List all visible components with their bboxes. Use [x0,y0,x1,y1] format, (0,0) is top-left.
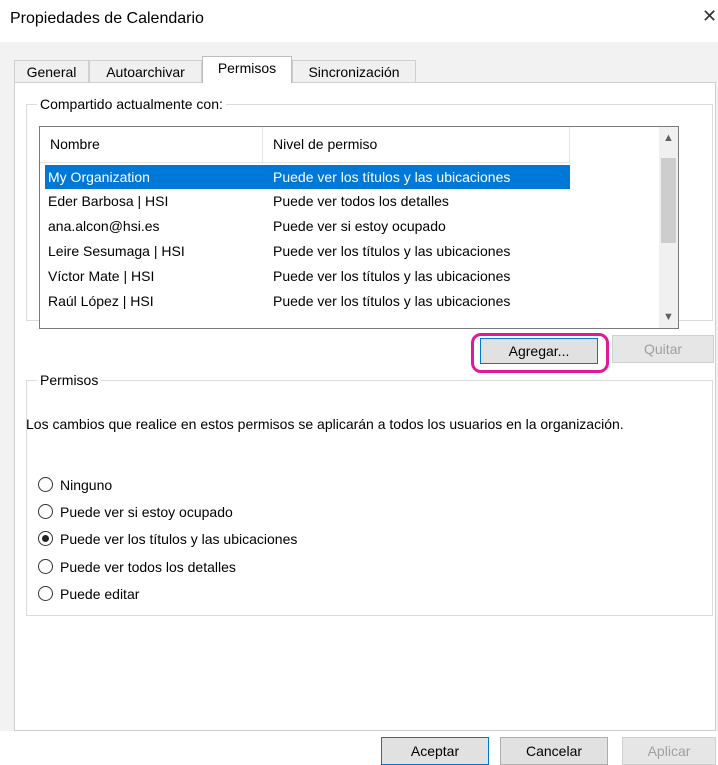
tab-permisos[interactable]: Permisos [202,56,292,83]
cancel-button[interactable]: Cancelar [500,737,608,765]
list-row[interactable]: ana.alcon@hsi.es Puede ver si estoy ocup… [45,214,570,238]
radio-button[interactable] [38,504,53,519]
row-name: Víctor Mate | HSI [48,268,155,284]
row-name: Leire Sesumaga | HSI [48,243,185,259]
radio-label: Puede ver todos los detalles [60,559,236,575]
list-row[interactable]: Raúl López | HSI Puede ver los títulos y… [45,289,570,313]
radio-button[interactable] [38,559,53,574]
row-level: Puede ver los títulos y las ubicaciones [273,243,511,259]
row-level: Puede ver los títulos y las ubicaciones [273,293,511,309]
tab-sincronizacion[interactable]: Sincronización [292,60,416,82]
list-row[interactable]: My Organization Puede ver los títulos y … [45,165,570,189]
row-name: Eder Barbosa | HSI [48,193,169,209]
radio-label: Puede editar [60,586,140,602]
list-row[interactable]: Víctor Mate | HSI Puede ver los títulos … [45,264,570,288]
tab-autoarchivar[interactable]: Autoarchivar [89,60,202,82]
list-row[interactable]: Leire Sesumaga | HSI Puede ver los títul… [45,239,570,263]
shared-list[interactable]: Nombre Nivel de permiso My Organization … [39,126,679,329]
list-row[interactable]: Eder Barbosa | HSI Puede ver todos los d… [45,189,570,213]
apply-button[interactable]: Aplicar [622,737,716,765]
scroll-thumb[interactable] [661,158,676,243]
radio-button[interactable] [38,477,53,492]
title-bar: Propiedades de Calendario ✕ [0,0,718,42]
window-title: Propiedades de Calendario [10,10,204,27]
permissions-group-label: Permisos [37,371,102,389]
radio-button-checked[interactable] [38,531,53,546]
row-name: Raúl López | HSI [48,293,154,309]
close-icon[interactable]: ✕ [702,6,718,27]
ok-button[interactable]: Aceptar [381,737,489,765]
radio-label: Puede ver si estoy ocupado [60,504,233,520]
radio-label: Ninguno [60,477,113,493]
shared-group-label: Compartido actualmente con: [37,95,226,113]
row-level: Puede ver los títulos y las ubicaciones [273,169,511,185]
row-level: Puede ver todos los detalles [273,193,449,209]
radio-label: Puede ver los títulos y las ubicaciones [60,531,298,547]
chevron-down-icon[interactable]: ▼ [659,308,678,326]
permissions-description: Los cambios que realice en estos permiso… [26,416,624,432]
row-name: ana.alcon@hsi.es [48,218,160,234]
tab-general[interactable]: General [14,60,89,82]
radio-button[interactable] [38,586,53,601]
row-level: Puede ver si estoy ocupado [273,218,446,234]
list-header: Nombre Nivel de permiso [40,127,571,163]
row-level: Puede ver los títulos y las ubicaciones [273,268,511,284]
column-header-level[interactable]: Nivel de permiso [263,127,570,162]
row-name: My Organization [48,169,150,185]
column-header-name[interactable]: Nombre [40,127,263,162]
highlight-annotation [471,333,609,373]
remove-button[interactable]: Quitar [612,335,714,363]
list-scrollbar[interactable]: ▲ ▼ [659,127,678,328]
chevron-up-icon[interactable]: ▲ [659,129,678,147]
